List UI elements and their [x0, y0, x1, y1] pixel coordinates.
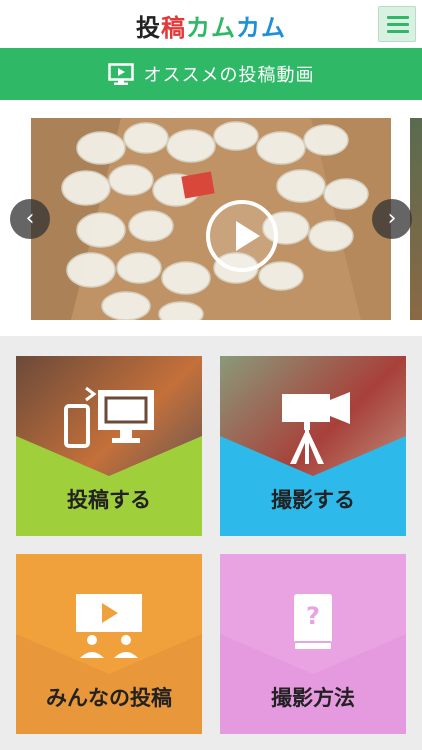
chevron-left-icon[interactable]: ‹ — [10, 199, 50, 239]
everyones-posts-tile-label: みんなの投稿 — [46, 686, 172, 710]
logo-part: カム — [236, 14, 286, 42]
recommended-videos-banner: オススメの投稿動画 — [0, 48, 422, 100]
video-camera-tripod-icon — [282, 392, 350, 464]
shoot-tile[interactable]: 撮影する — [220, 356, 406, 536]
video-thumbnail[interactable] — [31, 118, 391, 320]
shoot-tile-label: 撮影する — [271, 488, 355, 512]
phone-to-monitor-icon — [64, 386, 154, 448]
audience-screen-icon — [76, 594, 142, 658]
post-tile[interactable]: 投稿する — [16, 356, 202, 536]
help-book-icon: ? — [293, 594, 333, 651]
how-to-shoot-tile-label: 撮影方法 — [271, 686, 355, 710]
hamburger-menu-icon[interactable] — [378, 6, 416, 42]
svg-text:?: ? — [306, 602, 320, 630]
how-to-shoot-tile[interactable]: ? 撮影方法 — [220, 554, 406, 734]
logo-part: 投 — [136, 14, 161, 42]
banner-title: オススメの投稿動画 — [143, 65, 315, 86]
video-carousel: ‹ › — [0, 100, 422, 336]
post-tile-label: 投稿する — [67, 488, 151, 512]
logo-part: カム — [186, 14, 236, 42]
app-header: 投稿カムカム — [0, 0, 422, 48]
chevron-right-icon[interactable]: › — [372, 199, 412, 239]
play-icon[interactable] — [206, 200, 278, 272]
app-logo[interactable]: 投稿カムカム — [0, 8, 422, 43]
monitor-icon — [107, 63, 134, 85]
everyones-posts-tile[interactable]: みんなの投稿 — [16, 554, 202, 734]
logo-part: 稿 — [161, 14, 186, 42]
